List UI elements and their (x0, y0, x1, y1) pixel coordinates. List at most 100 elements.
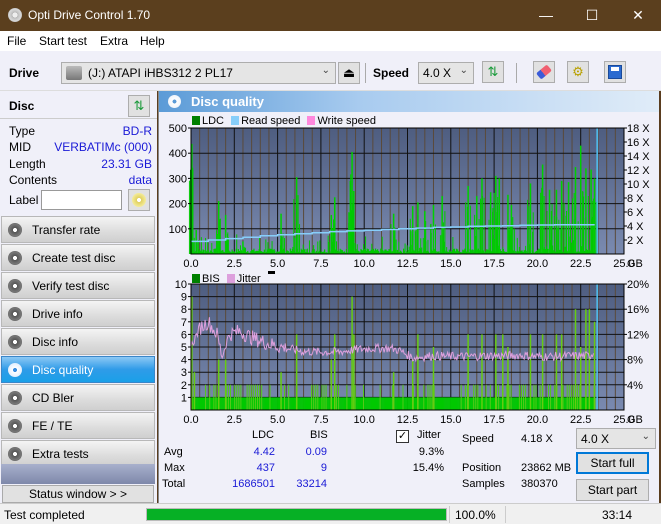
bar (342, 397, 344, 410)
save-button[interactable] (604, 61, 626, 83)
bar (516, 397, 518, 410)
bar (455, 248, 458, 254)
bar (332, 397, 334, 410)
bar (590, 397, 592, 410)
sidebar-item-transfer-rate[interactable]: Transfer rate (1, 216, 155, 243)
bar (357, 397, 359, 410)
sidebar-item-label: Verify test disc (32, 279, 110, 293)
bar (199, 397, 201, 410)
test-speed-select[interactable]: 4.0 X ⌄ (576, 428, 656, 449)
settings-button[interactable]: ⚙ (567, 61, 589, 83)
save-icon (608, 65, 622, 79)
bar (424, 397, 427, 410)
x-tick-label: 10.0 (353, 258, 374, 270)
bar (370, 397, 372, 410)
x-tick-label: 10.0 (353, 414, 374, 426)
speed-select[interactable]: 4.0 X ⌄ (418, 62, 474, 84)
start-part-button[interactable]: Start part (576, 479, 649, 501)
y2-tick-label: 4 X (627, 221, 644, 233)
disc-icon (8, 447, 22, 461)
eraser-icon (536, 64, 552, 80)
refresh-button[interactable]: ⇅ (482, 61, 504, 83)
bar (304, 397, 306, 410)
bar (211, 397, 213, 410)
minimize-button[interactable]: — (523, 0, 569, 31)
bar (366, 248, 368, 254)
bar (386, 397, 388, 410)
bar (243, 397, 246, 410)
avg-jitter: 9.3% (418, 446, 444, 458)
sidebar-item-verify-test-disc[interactable]: Verify test disc (1, 272, 155, 299)
refresh-icon: ⇅ (487, 64, 499, 79)
bar (407, 397, 409, 410)
label-disc-button[interactable] (128, 189, 150, 211)
bar (298, 397, 300, 410)
bar (397, 397, 400, 410)
bar (557, 397, 560, 410)
bar (319, 397, 322, 410)
bar (487, 249, 489, 254)
sidebar-item-create-test-disc[interactable]: Create test disc (1, 244, 155, 271)
x-tick-label: 7.5 (313, 258, 328, 270)
bar (377, 249, 379, 254)
speed-label: Speed (373, 66, 410, 80)
sidebar-item-cd-bler[interactable]: CD Bler (1, 384, 155, 411)
contents-label: Contents (9, 173, 58, 187)
maximize-button[interactable]: ☐ (569, 0, 615, 31)
settings-icon: ⚙ (572, 64, 584, 79)
bar (367, 248, 369, 254)
menu-file[interactable]: File (7, 34, 26, 48)
bar (399, 250, 402, 254)
bar (586, 397, 589, 410)
progress-bar (146, 508, 447, 521)
bar (446, 397, 448, 410)
bar (286, 250, 288, 254)
x-tick-label: 0.0 (183, 258, 198, 270)
disc-icon (8, 307, 22, 321)
disc-refresh-button[interactable]: ⇅ (128, 95, 150, 117)
bar (289, 397, 291, 410)
bar (202, 249, 204, 254)
bar (547, 248, 549, 254)
menu-start-test[interactable]: Start test (39, 34, 87, 48)
bar (343, 397, 345, 410)
bar (387, 397, 389, 410)
bar (543, 397, 545, 410)
max-jitter: 15.4% (412, 462, 444, 474)
bar (478, 397, 481, 410)
menu-help[interactable]: Help (140, 34, 165, 48)
jitter-checkbox[interactable]: ✓ (396, 430, 409, 443)
sidebar-item-fe-te[interactable]: FE / TE (1, 412, 155, 439)
status-window-button[interactable]: Status window > > (2, 485, 154, 503)
bar (421, 397, 423, 410)
bar (303, 397, 305, 410)
erase-button[interactable] (533, 61, 555, 83)
bar (537, 397, 539, 410)
bar (545, 397, 547, 410)
position-label: Position (462, 462, 502, 474)
sidebar-item-extra-tests[interactable]: Extra tests (1, 440, 155, 467)
disc-icon (8, 391, 22, 405)
label-input[interactable] (41, 190, 122, 210)
menu-extra[interactable]: Extra (100, 34, 128, 48)
bar (385, 397, 387, 410)
bar (531, 397, 534, 410)
bar (373, 397, 376, 410)
drive-label: Drive (9, 66, 40, 80)
close-button[interactable]: ✕ (615, 0, 661, 31)
eject-button[interactable]: ⏏ (338, 62, 360, 84)
refresh-icon: ⇅ (133, 98, 145, 113)
bar (263, 249, 265, 254)
sidebar-item-disc-info[interactable]: Disc info (1, 328, 155, 355)
bis-col-header: BIS (310, 429, 328, 441)
bar (520, 250, 522, 254)
y2-tick-label: 2 X (627, 235, 644, 247)
sidebar-item-disc-quality[interactable]: Disc quality (1, 356, 155, 383)
drive-select[interactable]: (J:) ATAPI iHBS312 2 PL17 ⌄ (61, 62, 336, 84)
bar (435, 397, 437, 410)
bar (552, 397, 554, 410)
sidebar-item-drive-info[interactable]: Drive info (1, 300, 155, 327)
x-tick-label: 5.0 (270, 258, 285, 270)
bar (196, 397, 198, 410)
start-full-button[interactable]: Start full (576, 452, 649, 474)
